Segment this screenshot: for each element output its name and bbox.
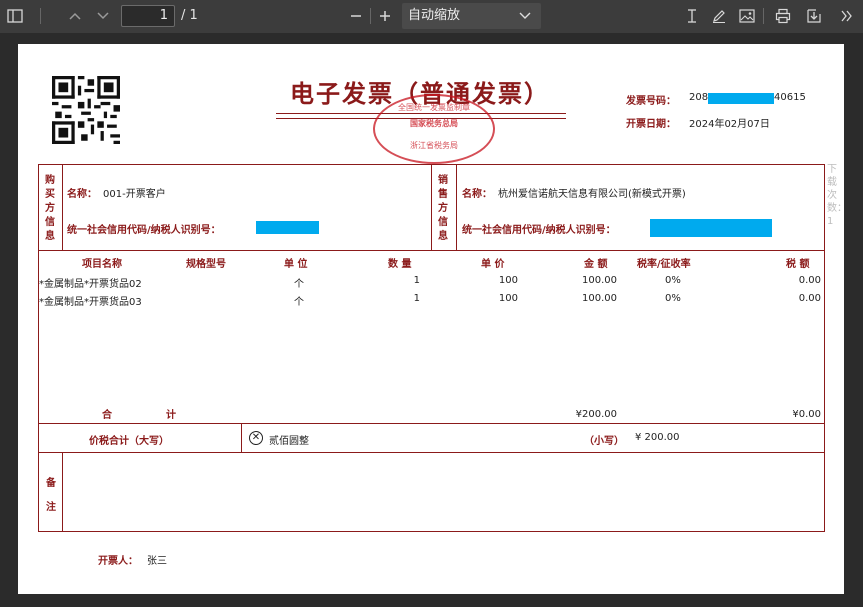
col-header-tax: 税 额 bbox=[786, 259, 810, 270]
seal-bottom-text: 浙江省税务局 bbox=[410, 141, 458, 150]
col-header-qty: 数 量 bbox=[388, 259, 412, 270]
toolbar-separator bbox=[370, 8, 371, 24]
table-divider bbox=[62, 164, 63, 250]
seller-name-value: 杭州爱信诺航天信息有限公司(新模式开票) bbox=[498, 189, 686, 200]
page-total-label: / 1 bbox=[181, 8, 198, 23]
insert-image-icon[interactable] bbox=[736, 5, 758, 27]
table-row-amount: 100.00 bbox=[582, 293, 617, 304]
table-divider bbox=[38, 423, 825, 424]
zoom-in-icon[interactable] bbox=[374, 5, 396, 27]
toolbar-separator bbox=[40, 8, 41, 24]
more-tools-icon[interactable] bbox=[836, 5, 858, 27]
invoice-date-value: 2024年02月07日 bbox=[689, 119, 770, 130]
invoice-number-prefix: 208 bbox=[689, 92, 709, 103]
buyer-section-label: 购买方信息 bbox=[45, 175, 55, 242]
document-page: 电子发票（普通发票） 全国统一发票监制章 国家税务总局 浙江省税务局 发票号码：… bbox=[18, 44, 844, 594]
table-row-price: 100 bbox=[498, 275, 518, 286]
table-row-unit: 个 bbox=[294, 279, 304, 290]
table-row-tax: 0.00 bbox=[798, 275, 821, 286]
invoice-number-suffix: 40615 bbox=[774, 92, 806, 103]
zoom-select[interactable]: 自动缩放 bbox=[402, 3, 541, 29]
table-row-item: *金属制品*开票货品02 bbox=[39, 279, 142, 290]
table-row-item: *金属制品*开票货品03 bbox=[39, 297, 142, 308]
zoom-out-icon[interactable] bbox=[345, 5, 367, 27]
table-row-rate: 0% bbox=[665, 293, 681, 304]
qr-code bbox=[52, 76, 120, 144]
sum-small-label: （小写） bbox=[584, 436, 624, 447]
redaction-bar bbox=[256, 221, 319, 234]
col-header-item: 项目名称 bbox=[82, 259, 122, 270]
total-amount: ¥200.00 bbox=[575, 409, 617, 420]
table-row-unit: 个 bbox=[294, 297, 304, 308]
toolbar-separator bbox=[763, 8, 764, 24]
col-header-amount: 金 额 bbox=[584, 259, 608, 270]
col-header-rate: 税率/征收率 bbox=[637, 259, 691, 270]
seal-top-text: 全国统一发票监制章 bbox=[398, 103, 470, 112]
remarks-label: 注 bbox=[46, 502, 56, 513]
table-divider bbox=[456, 164, 457, 250]
print-icon[interactable] bbox=[772, 5, 794, 27]
table-row-tax: 0.00 bbox=[798, 293, 821, 304]
circle-x-icon: ✕ bbox=[249, 431, 263, 445]
total-label: 计 bbox=[166, 410, 176, 421]
page-number-input[interactable]: 1 bbox=[121, 5, 175, 27]
remarks-label: 备 bbox=[46, 478, 56, 489]
previous-page-icon[interactable] bbox=[64, 5, 86, 27]
redaction-bar bbox=[708, 93, 774, 104]
seal-mid-text: 国家税务总局 bbox=[410, 119, 458, 128]
total-label: 合 bbox=[102, 410, 112, 421]
buyer-name-label: 名称： bbox=[67, 189, 97, 200]
table-row-price: 100 bbox=[498, 293, 518, 304]
buyer-name-value: 001-开票客户 bbox=[103, 189, 166, 200]
col-header-spec: 规格型号 bbox=[186, 259, 226, 270]
table-divider bbox=[431, 164, 432, 250]
draw-pen-icon[interactable] bbox=[708, 5, 730, 27]
table-divider bbox=[62, 452, 63, 532]
official-seal: 全国统一发票监制章 国家税务总局 浙江省税务局 bbox=[373, 94, 495, 164]
sum-caps-label: 价税合计（大写） bbox=[89, 436, 169, 447]
sum-caps-value: 贰佰圆整 bbox=[269, 436, 309, 447]
chevron-down-icon bbox=[519, 3, 531, 30]
pdf-toolbar: 1 / 1 自动缩放 bbox=[0, 0, 863, 33]
text-cursor-icon[interactable] bbox=[681, 5, 703, 27]
col-header-price: 单 价 bbox=[481, 259, 505, 270]
zoom-select-value: 自动缩放 bbox=[408, 8, 461, 23]
table-row-amount: 100.00 bbox=[582, 275, 617, 286]
download-count-note: 下载次数：1 bbox=[827, 164, 847, 227]
redaction-bar bbox=[650, 219, 772, 237]
table-divider bbox=[241, 423, 242, 452]
seller-section-label: 销售方信息 bbox=[438, 175, 448, 242]
col-header-unit: 单 位 bbox=[284, 259, 308, 270]
invoice-number-label: 发票号码： bbox=[626, 96, 676, 107]
invoice-date-label: 开票日期： bbox=[626, 119, 676, 130]
sum-small-value: ¥ 200.00 bbox=[635, 432, 680, 443]
sidebar-toggle-icon[interactable] bbox=[4, 5, 26, 27]
total-tax: ¥0.00 bbox=[792, 409, 821, 420]
table-divider bbox=[38, 250, 825, 251]
table-row-qty: 1 bbox=[413, 275, 420, 286]
issuer-value: 张三 bbox=[147, 556, 167, 567]
seller-credit-label: 统一社会信用代码/纳税人识别号： bbox=[462, 225, 616, 236]
next-page-icon[interactable] bbox=[92, 5, 114, 27]
table-divider bbox=[38, 452, 825, 453]
issuer-label: 开票人： bbox=[98, 556, 138, 567]
save-download-icon[interactable] bbox=[803, 5, 825, 27]
buyer-credit-label: 统一社会信用代码/纳税人识别号： bbox=[67, 225, 221, 236]
table-row-rate: 0% bbox=[665, 275, 681, 286]
seller-name-label: 名称： bbox=[462, 189, 492, 200]
table-row-qty: 1 bbox=[413, 293, 420, 304]
